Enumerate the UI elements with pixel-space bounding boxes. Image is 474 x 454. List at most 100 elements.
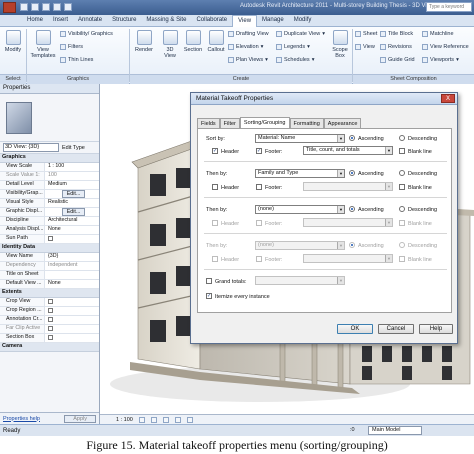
then-by-dropdown-1[interactable]: Family and Type ▼ [255, 169, 345, 178]
matchline-button[interactable]: Matchline [422, 31, 454, 37]
sort2-descending-radio[interactable] [399, 170, 405, 176]
render-button[interactable]: Render [133, 30, 155, 53]
undo-icon[interactable] [42, 3, 50, 11]
tab-massing-site[interactable]: Massing & Site [141, 15, 191, 27]
schedules-button[interactable]: Schedules ▾ [276, 57, 314, 63]
sort2-ascending-radio[interactable] [349, 170, 355, 176]
properties-help-link[interactable]: Properties help [3, 416, 40, 422]
group-identity-data[interactable]: Identity Data [0, 244, 99, 253]
type-selector[interactable] [0, 94, 99, 142]
sun-path-checkbox[interactable] [48, 236, 53, 241]
temporary-hide-icon[interactable] [186, 416, 193, 423]
title-block-button[interactable]: Title Block [380, 31, 413, 37]
itemize-checkbox[interactable]: ✓ [206, 293, 212, 299]
view-instance-dropdown[interactable]: 3D View: {3D} [3, 143, 59, 152]
3d-view-button[interactable]: 3D View [160, 30, 180, 59]
tab-fields[interactable]: Fields [197, 118, 220, 128]
tab-home[interactable]: Home [22, 15, 48, 27]
viewports-button[interactable]: Viewports ▾ [422, 57, 459, 63]
sort1-header-checkbox[interactable]: ✓ [212, 148, 218, 154]
apply-button[interactable]: Apply [64, 414, 96, 423]
view-scale-indicator[interactable]: 1 : 100 [116, 417, 133, 423]
crop-view-checkbox[interactable] [48, 299, 53, 304]
section-button[interactable]: Section [182, 30, 204, 53]
sort1-ascending-radio[interactable] [349, 135, 355, 141]
tab-appearance[interactable]: Appearance [323, 118, 362, 128]
view-reference-button[interactable]: View Reference [422, 44, 469, 50]
drafting-view-button[interactable]: Drafting View [228, 31, 269, 37]
elevation-button[interactable]: Elevation ▾ [228, 44, 263, 50]
plan-views-button[interactable]: Plan Views ▾ [228, 57, 268, 63]
tab-filter[interactable]: Filter [219, 118, 240, 128]
visual-style-field[interactable]: Realistic [44, 199, 99, 207]
view-scale-field[interactable]: 1 : 100 [44, 163, 99, 171]
sort-by-dropdown[interactable]: Material: Name ▼ [255, 134, 345, 143]
detail-level-icon[interactable] [138, 416, 145, 423]
crop-region-visible-checkbox[interactable] [48, 308, 53, 313]
measure-icon[interactable] [64, 3, 72, 11]
open-icon[interactable] [20, 3, 28, 11]
thin-lines-button[interactable]: Thin Lines [60, 57, 93, 63]
sort1-footer-checkbox[interactable]: ✓ [256, 148, 262, 154]
sort2-header-checkbox[interactable] [212, 184, 218, 190]
guide-grid-button[interactable]: Guide Grid [380, 57, 415, 63]
annotation-crop-checkbox[interactable] [48, 317, 53, 322]
redo-icon[interactable] [53, 3, 61, 11]
group-camera[interactable]: Camera [0, 343, 99, 352]
title-on-sheet-field[interactable] [44, 271, 99, 279]
legends-button[interactable]: Legends ▾ [276, 44, 310, 50]
scope-box-button[interactable]: Scope Box [330, 30, 350, 59]
view-templates-button[interactable]: View Templates [30, 30, 56, 59]
visibility-graphics-button[interactable]: Visibility/ Graphics [60, 31, 113, 37]
discipline-field[interactable]: Architectural [44, 217, 99, 225]
section-box-checkbox[interactable] [48, 335, 53, 340]
crop-region-icon[interactable] [174, 416, 181, 423]
tab-collaborate[interactable]: Collaborate [191, 15, 232, 27]
sort2-footer-checkbox[interactable] [256, 184, 262, 190]
tab-manage[interactable]: Manage [257, 15, 289, 27]
tab-insert[interactable]: Insert [48, 15, 73, 27]
tab-view[interactable]: View [232, 15, 258, 27]
far-clip-active-checkbox[interactable] [48, 326, 53, 331]
footer-options-dropdown[interactable]: Title, count, and totals ▼ [303, 146, 393, 155]
close-button[interactable]: X [441, 94, 455, 103]
graphic-display-edit-button[interactable]: Edit... [61, 208, 86, 216]
sheet-button[interactable]: Sheet [355, 31, 377, 37]
view-name-field[interactable]: {3D} [44, 253, 99, 261]
tab-structure[interactable]: Structure [107, 15, 141, 27]
edit-type-button[interactable]: Edit Type [62, 145, 85, 151]
duplicate-view-button[interactable]: Duplicate View ▾ [276, 31, 325, 37]
filters-button[interactable]: Filters [60, 44, 83, 50]
analysis-display-field[interactable]: None [44, 226, 99, 234]
cancel-button[interactable]: Cancel [378, 324, 414, 334]
sort3-descending-radio[interactable] [399, 206, 405, 212]
tab-annotate[interactable]: Annotate [73, 15, 107, 27]
tab-modify[interactable]: Modify [289, 15, 317, 27]
group-extents[interactable]: Extents [0, 289, 99, 298]
app-menu-icon[interactable] [3, 2, 16, 13]
then-by-dropdown-2[interactable]: (none) ▼ [255, 205, 345, 214]
sort1-blank-line-checkbox[interactable] [399, 148, 405, 154]
revisions-button[interactable]: Revisions [380, 44, 412, 50]
active-workset-dropdown[interactable]: Main Model [368, 426, 422, 435]
visibility-edit-button[interactable]: Edit... [61, 190, 86, 198]
duplicate-view-icon [276, 31, 282, 37]
group-graphics[interactable]: Graphics [0, 154, 99, 163]
ok-button[interactable]: OK [337, 324, 373, 334]
detail-level-field[interactable]: Medium [44, 181, 99, 189]
search-input[interactable]: Type a keyword [426, 2, 472, 12]
modify-button[interactable]: Modify [3, 30, 23, 53]
save-icon[interactable] [31, 3, 39, 11]
sort2-blank-line-checkbox[interactable] [399, 184, 405, 190]
shadows-icon[interactable] [162, 416, 169, 423]
tab-sorting-grouping[interactable]: Sorting/Grouping [239, 117, 290, 128]
view-button[interactable]: View [355, 44, 375, 50]
callout-button[interactable]: Callout [205, 30, 227, 53]
default-view-template-field[interactable]: None [44, 280, 99, 288]
visual-style-icon[interactable] [150, 416, 157, 423]
help-button[interactable]: Help [419, 324, 453, 334]
tab-formatting[interactable]: Formatting [289, 118, 324, 128]
sort3-ascending-radio[interactable] [349, 206, 355, 212]
grand-totals-checkbox[interactable] [206, 278, 212, 284]
sort1-descending-radio[interactable] [399, 135, 405, 141]
